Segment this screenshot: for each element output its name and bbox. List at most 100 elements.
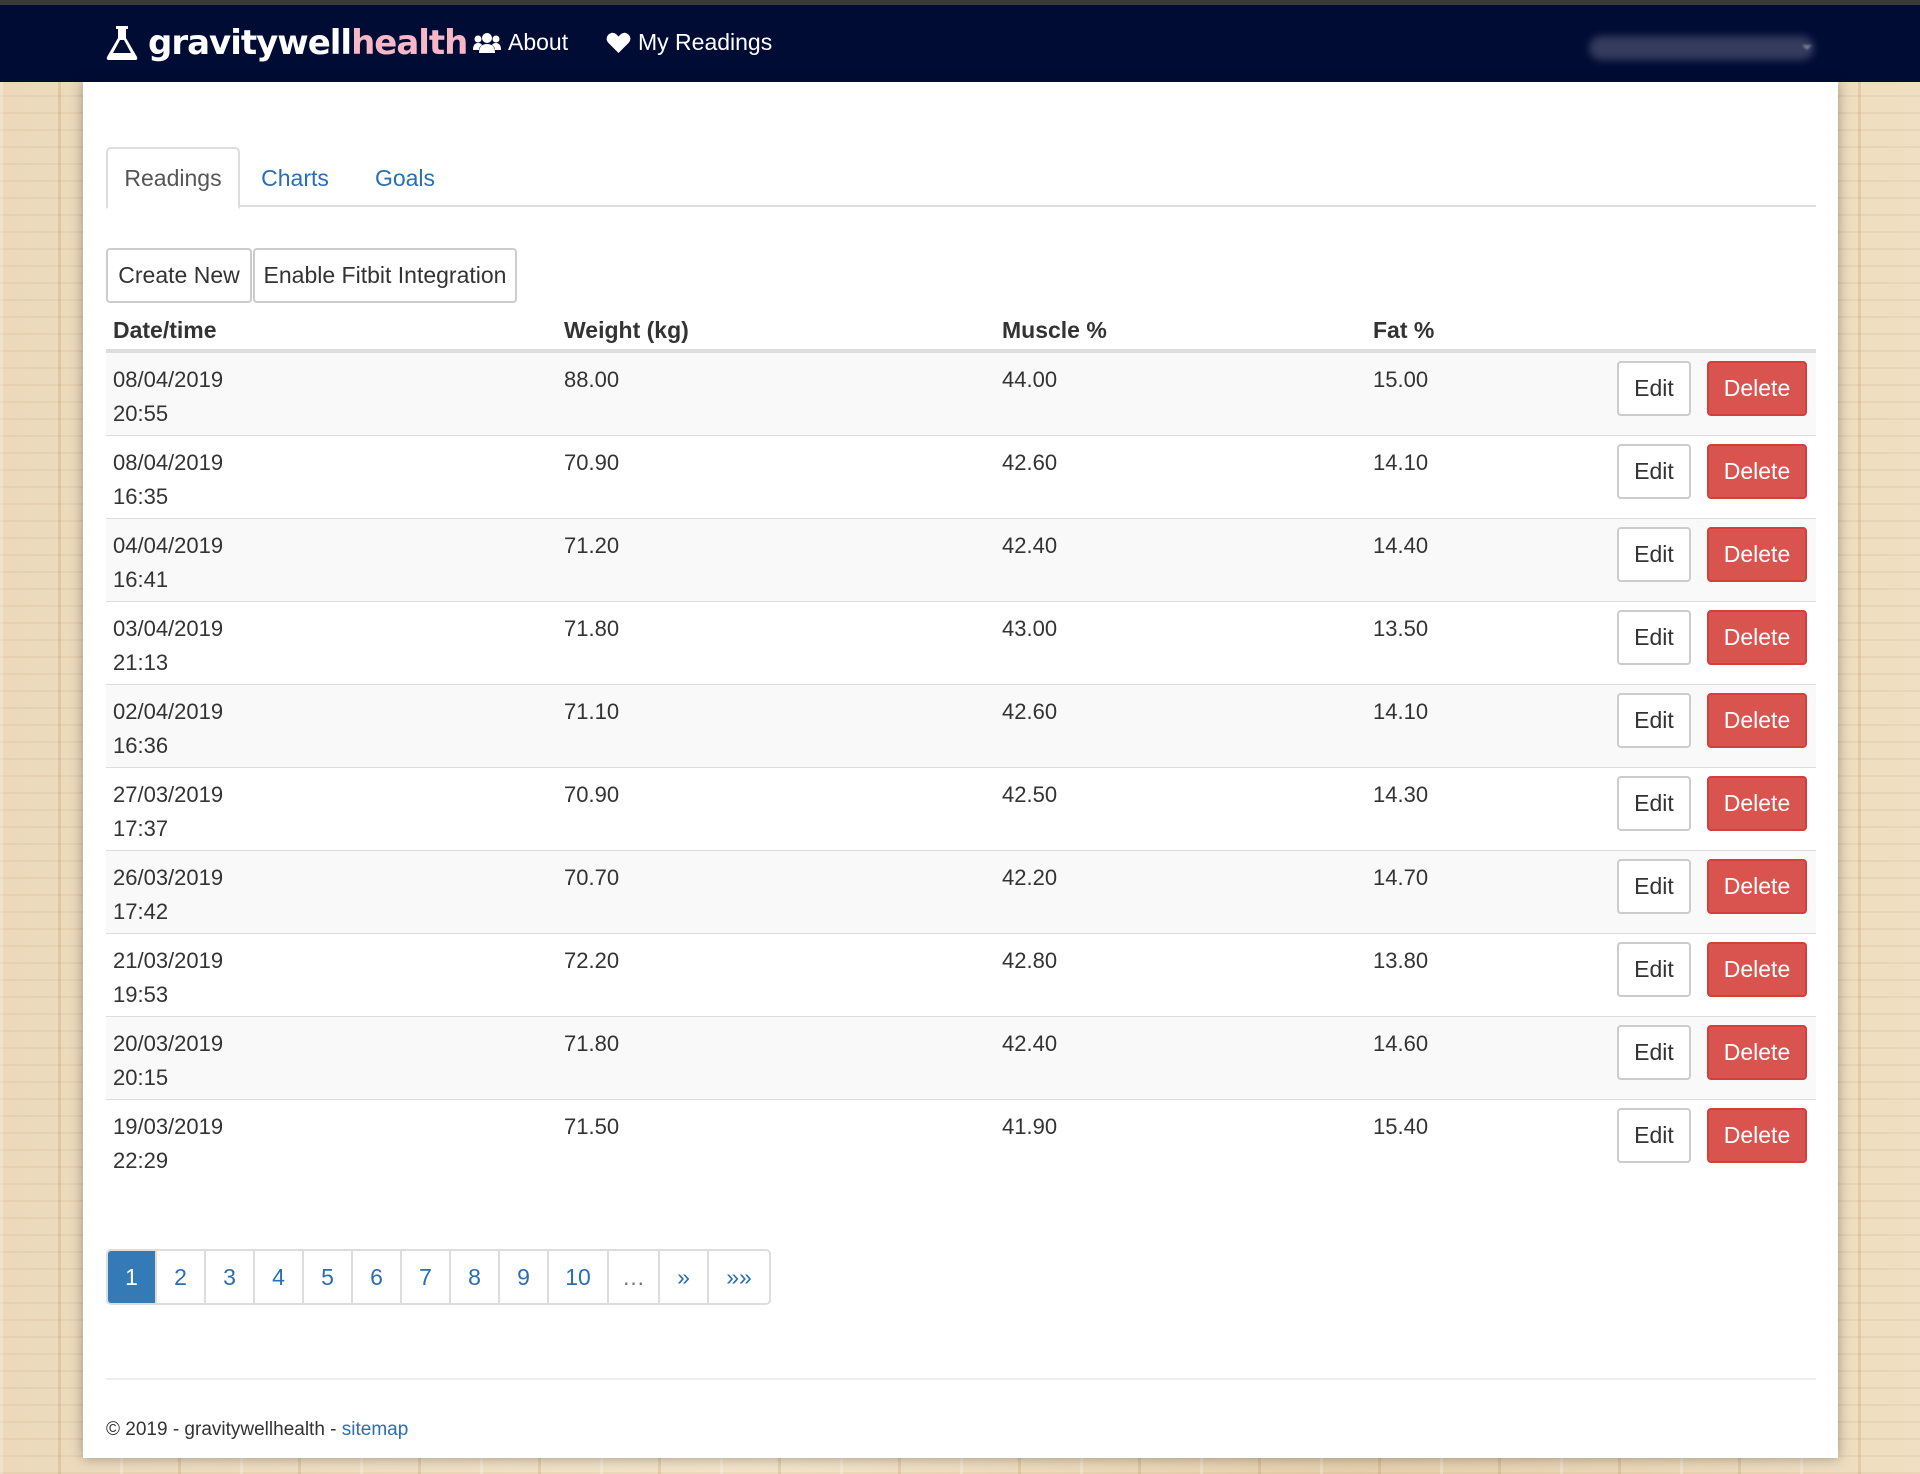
cell-weight: 71.80 [564, 616, 620, 641]
cell-time: 21:13 [113, 650, 169, 675]
cell-time: 17:42 [113, 899, 169, 924]
edit-button[interactable]: Edit [1617, 776, 1691, 831]
cell-date: 04/04/2019 [113, 533, 224, 558]
cell-muscle: 41.90 [1002, 1114, 1058, 1139]
cell-datetime: 19/03/2019 22:29 [113, 1110, 223, 1178]
delete-button[interactable]: Delete [1707, 776, 1807, 831]
cell-fat: 13.80 [1373, 948, 1429, 973]
brand-name-part2: health [351, 23, 468, 63]
cell-time: 22:29 [113, 1148, 169, 1173]
tab-goals[interactable]: Goals [350, 147, 460, 209]
nav-about-link[interactable]: About [473, 29, 568, 56]
cell-muscle: 43.00 [1002, 616, 1058, 641]
brand-logo-link[interactable]: gravitywellhealth [105, 23, 468, 63]
cell-muscle: 42.50 [1002, 782, 1058, 807]
page-3[interactable]: 3 [206, 1251, 255, 1303]
edit-button[interactable]: Edit [1617, 610, 1691, 665]
cell-weight: 71.80 [564, 1031, 620, 1056]
cell-time: 17:37 [113, 816, 169, 841]
cell-fat: 14.10 [1373, 699, 1429, 724]
brand-name: gravitywellhealth [148, 23, 468, 63]
edit-button[interactable]: Edit [1617, 942, 1691, 997]
cell-muscle: 42.40 [1002, 1031, 1058, 1056]
sitemap-link[interactable]: sitemap [342, 1419, 409, 1440]
delete-button[interactable]: Delete [1707, 859, 1807, 914]
edit-button[interactable]: Edit [1617, 1108, 1691, 1163]
delete-button[interactable]: Delete [1707, 693, 1807, 748]
cell-weight: 71.10 [564, 699, 620, 724]
users-icon [473, 32, 501, 53]
page-9[interactable]: 9 [500, 1251, 549, 1303]
delete-button[interactable]: Delete [1707, 361, 1807, 416]
cell-fat: 14.60 [1373, 1031, 1429, 1056]
cell-date: 27/03/2019 [113, 782, 224, 807]
cell-weight: 70.90 [564, 450, 620, 475]
delete-button[interactable]: Delete [1707, 942, 1807, 997]
table-row: 27/03/2019 17:37 70.90 42.50 14.30 Edit Delete [106, 767, 1816, 850]
cell-muscle: 42.80 [1002, 948, 1058, 973]
chevron-down-icon [1802, 45, 1812, 50]
edit-button[interactable]: Edit [1617, 361, 1691, 416]
edit-button[interactable]: Edit [1617, 444, 1691, 499]
cell-datetime: 08/04/2019 20:55 [113, 363, 223, 431]
cell-muscle: 42.40 [1002, 533, 1058, 558]
enable-fitbit-button[interactable]: Enable Fitbit Integration [253, 248, 517, 303]
heart-icon [606, 32, 631, 53]
delete-button[interactable]: Delete [1707, 1025, 1807, 1080]
table-row: 02/04/2019 16:36 71.10 42.60 14.10 Edit Delete [106, 684, 1816, 767]
page-1[interactable]: 1 [108, 1251, 157, 1303]
nav-my-readings-label: My Readings [638, 29, 773, 55]
tab-charts[interactable]: Charts [240, 147, 350, 209]
cell-datetime: 02/04/2019 16:36 [113, 695, 223, 763]
page-5[interactable]: 5 [304, 1251, 353, 1303]
page-last[interactable]: »» [709, 1251, 769, 1303]
edit-button[interactable]: Edit [1617, 859, 1691, 914]
edit-button[interactable]: Edit [1617, 1025, 1691, 1080]
edit-button[interactable]: Edit [1617, 527, 1691, 582]
cell-fat: 14.70 [1373, 865, 1429, 890]
cell-datetime: 04/04/2019 16:41 [113, 529, 223, 597]
table-row: 08/04/2019 16:35 70.90 42.60 14.10 Edit Delete [106, 435, 1816, 518]
brand-name-part1: gravitywell [148, 23, 352, 63]
cell-weight: 72.20 [564, 948, 620, 973]
cell-date: 08/04/2019 [113, 450, 224, 475]
cell-weight: 71.50 [564, 1114, 620, 1139]
page-10[interactable]: 10 [549, 1251, 609, 1303]
cell-fat: 15.00 [1373, 367, 1429, 392]
user-account-menu[interactable] [1589, 36, 1814, 60]
cell-weight: 70.70 [564, 865, 620, 890]
page-7[interactable]: 7 [402, 1251, 451, 1303]
delete-button[interactable]: Delete [1707, 444, 1807, 499]
cell-time: 20:15 [113, 1065, 169, 1090]
table-header: Date/time Weight (kg) Muscle % Fat % [106, 308, 1816, 352]
cell-time: 16:36 [113, 733, 169, 758]
cell-datetime: 27/03/2019 17:37 [113, 778, 223, 846]
top-navbar: gravitywellhealth About My Readings [0, 5, 1920, 82]
cell-date: 19/03/2019 [113, 1114, 224, 1139]
cell-date: 03/04/2019 [113, 616, 224, 641]
nav-about-label: About [508, 29, 569, 55]
cell-muscle: 42.60 [1002, 699, 1058, 724]
create-new-button[interactable]: Create New [106, 248, 252, 303]
cell-datetime: 03/04/2019 21:13 [113, 612, 223, 680]
edit-button[interactable]: Edit [1617, 693, 1691, 748]
cell-date: 26/03/2019 [113, 865, 224, 890]
delete-button[interactable]: Delete [1707, 527, 1807, 582]
cell-fat: 14.40 [1373, 533, 1429, 558]
page-4[interactable]: 4 [255, 1251, 304, 1303]
table-row: 26/03/2019 17:42 70.70 42.20 14.70 Edit Delete [106, 850, 1816, 933]
page-8[interactable]: 8 [451, 1251, 500, 1303]
delete-button[interactable]: Delete [1707, 1108, 1807, 1163]
page-next[interactable]: » [660, 1251, 709, 1303]
nav-my-readings-link[interactable]: My Readings [606, 29, 772, 56]
header-muscle: Muscle % [1002, 317, 1107, 343]
cell-muscle: 44.00 [1002, 367, 1058, 392]
page-2[interactable]: 2 [157, 1251, 206, 1303]
page-6[interactable]: 6 [353, 1251, 402, 1303]
cell-time: 16:35 [113, 484, 169, 509]
footer: © 2019 - gravitywellhealth - sitemap [106, 1419, 408, 1441]
cell-date: 21/03/2019 [113, 948, 224, 973]
delete-button[interactable]: Delete [1707, 610, 1807, 665]
tab-readings[interactable]: Readings [106, 147, 240, 209]
page-ellipsis: … [609, 1251, 660, 1303]
